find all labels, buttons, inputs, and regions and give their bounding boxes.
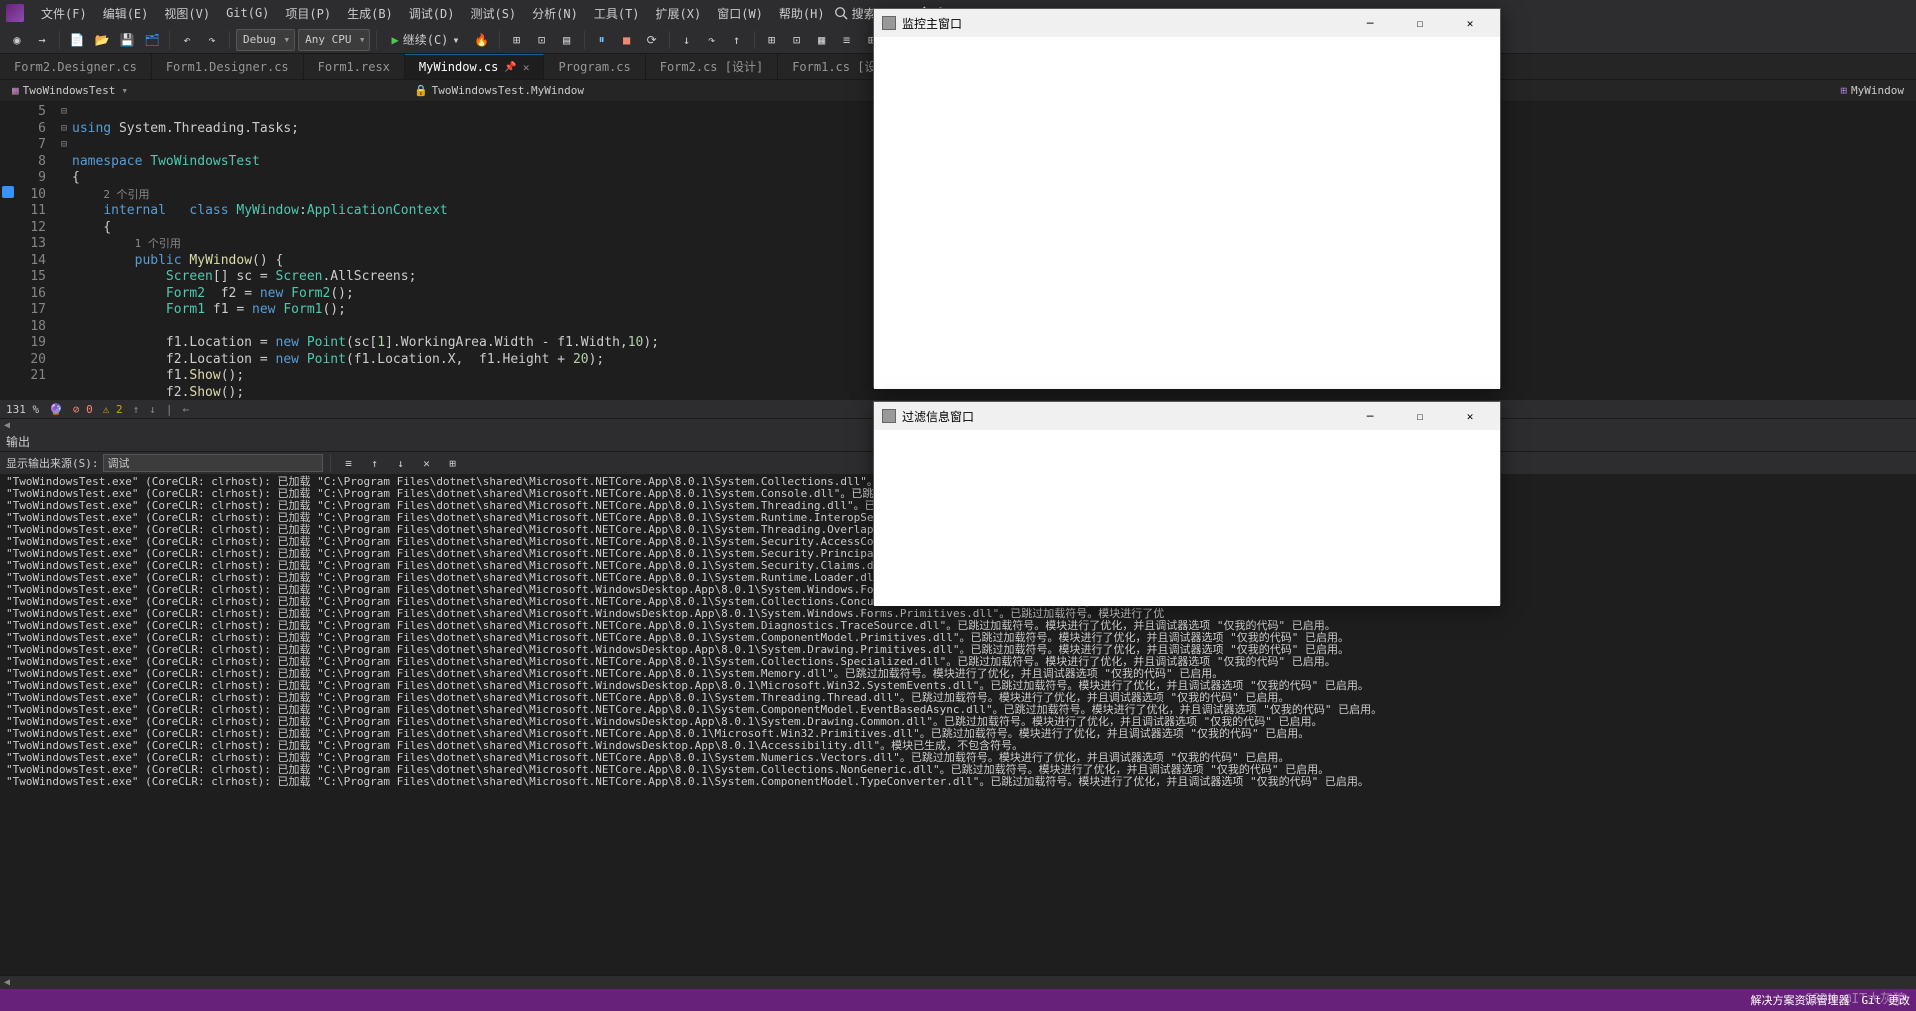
config-combo[interactable]: Debug [236,29,295,51]
output-clear-button[interactable]: ✕ [416,452,438,474]
filter-titlebar[interactable]: 过滤信息窗口 ─ ☐ ✕ [874,402,1500,430]
minimize-button[interactable]: ─ [1348,402,1392,430]
window-icon [882,409,896,423]
search-box[interactable]: 搜索 [834,5,876,22]
menu-analyze[interactable]: 分析(N) [525,2,585,25]
warning-count[interactable]: ⚠ 2 [103,403,123,416]
save-button[interactable]: 💾 [116,29,138,51]
tab-form1-designer[interactable]: Form1.Designer.cs [152,54,304,79]
crumb-namespace[interactable]: 🔒 TwoWindowsTest.MyWindow [408,84,590,97]
undo-button[interactable]: ↶ [176,29,198,51]
window-icon [882,16,896,30]
menu-tools[interactable]: 工具(T) [587,2,647,25]
output-next-button[interactable]: ↓ [390,452,412,474]
restart-button[interactable]: ⟳ [641,29,663,51]
tool-1[interactable]: ⊞ [761,29,783,51]
menu-view[interactable]: 视图(V) [157,2,217,25]
tab-form2-designer[interactable]: Form2.Designer.cs [0,54,152,79]
maximize-button[interactable]: ☐ [1398,402,1442,430]
filter-body [874,430,1500,606]
monitor-window[interactable]: 监控主窗口 ─ ☐ ✕ [873,8,1501,388]
pause-button[interactable]: ⏸ [591,29,613,51]
stop-button[interactable]: ■ [616,29,638,51]
tab-mywindow[interactable]: MyWindow.cs📌✕ [405,54,545,79]
crumb-member[interactable]: ⊞ MyWindow [1834,84,1910,97]
menu-help[interactable]: 帮助(H) [772,2,832,25]
tab-program[interactable]: Program.cs [544,54,645,79]
platform-combo[interactable]: Any CPU [298,29,370,51]
watermark: CSDN @IT大灰狼 [1804,988,1906,1007]
monitor-titlebar[interactable]: 监控主窗口 ─ ☐ ✕ [874,9,1500,37]
filter-title: 过滤信息窗口 [902,408,974,425]
minimize-button[interactable]: ─ [1348,9,1392,37]
process-button[interactable]: ⊞ [506,29,528,51]
menu-build[interactable]: 生成(B) [340,2,400,25]
output-prev-button[interactable]: ↑ [364,452,386,474]
tab-form1-resx[interactable]: Form1.resx [304,54,405,79]
tool-2[interactable]: ⊡ [786,29,808,51]
output-wrap-button[interactable]: ⊞ [442,452,464,474]
nav-fwd-button[interactable]: → [31,29,53,51]
step-into-button[interactable]: ↓ [676,29,698,51]
continue-button[interactable]: ▶继续(C) ▾ [383,29,467,51]
inline-hint-icon [2,186,14,198]
output-src-label: 显示输出来源(S): [6,455,99,471]
output-goto-button[interactable]: ≡ [338,452,360,474]
maximize-button[interactable]: ☐ [1398,9,1442,37]
menu-debug[interactable]: 调试(D) [402,2,462,25]
nav-sep: | [166,403,173,416]
close-button[interactable]: ✕ [1448,9,1492,37]
nav-left[interactable]: ← [182,403,189,416]
monitor-title: 监控主窗口 [902,15,962,32]
hot-reload-button[interactable]: 🔥 [471,29,493,51]
step-out-button[interactable]: ↑ [726,29,748,51]
nav-up[interactable]: ↑ [133,403,140,416]
menu-file[interactable]: 文件(F) [34,2,94,25]
new-file-button[interactable]: 📄 [66,29,88,51]
monitor-body [874,37,1500,389]
nav-back-button[interactable]: ◉ [6,29,28,51]
menu-test[interactable]: 测试(S) [463,2,523,25]
stack-button[interactable]: ▤ [556,29,578,51]
tool-4[interactable]: ≡ [836,29,858,51]
nav-down[interactable]: ↓ [149,403,156,416]
menu-edit[interactable]: 编辑(E) [96,2,156,25]
search-icon [834,6,848,20]
crumb-project[interactable]: ▦ TwoWindowsTest [6,84,121,97]
statusbar: 解决方案资源管理器 Git 更改 CSDN @IT大灰狼 [0,989,1916,1011]
pin-icon[interactable]: 📌 [504,62,516,73]
step-over-button[interactable]: ↷ [701,29,723,51]
zoom-level[interactable]: 131 % [6,403,39,416]
ai-icon[interactable]: 🔮 [49,403,63,416]
menu-git[interactable]: Git(G) [219,3,276,23]
menu-extensions[interactable]: 扩展(X) [649,2,709,25]
glyph-margin [0,102,16,400]
line-gutter: 56789101112131415161718192021 [16,102,56,400]
redo-button[interactable]: ↷ [201,29,223,51]
menu-window[interactable]: 窗口(W) [710,2,770,25]
tool-3[interactable]: ▦ [811,29,833,51]
output-src-combo[interactable]: 调试 [103,454,323,472]
close-icon[interactable]: ✕ [523,61,530,74]
filter-window[interactable]: 过滤信息窗口 ─ ☐ ✕ [873,401,1501,605]
save-all-button[interactable]: 🗂 [141,29,163,51]
menu-project[interactable]: 项目(P) [278,2,338,25]
error-count[interactable]: ⊘ 0 [73,403,93,416]
open-button[interactable]: 📂 [91,29,113,51]
thread-button[interactable]: ⊡ [531,29,553,51]
vs-logo-icon [6,4,24,22]
output-hscroll[interactable]: ◀ [0,975,1916,989]
play-icon: ▶ [391,33,398,47]
close-button[interactable]: ✕ [1448,402,1492,430]
tab-form2-design[interactable]: Form2.cs [设计] [646,54,778,79]
fold-margin[interactable]: ⊟⊟⊟ [56,102,72,400]
